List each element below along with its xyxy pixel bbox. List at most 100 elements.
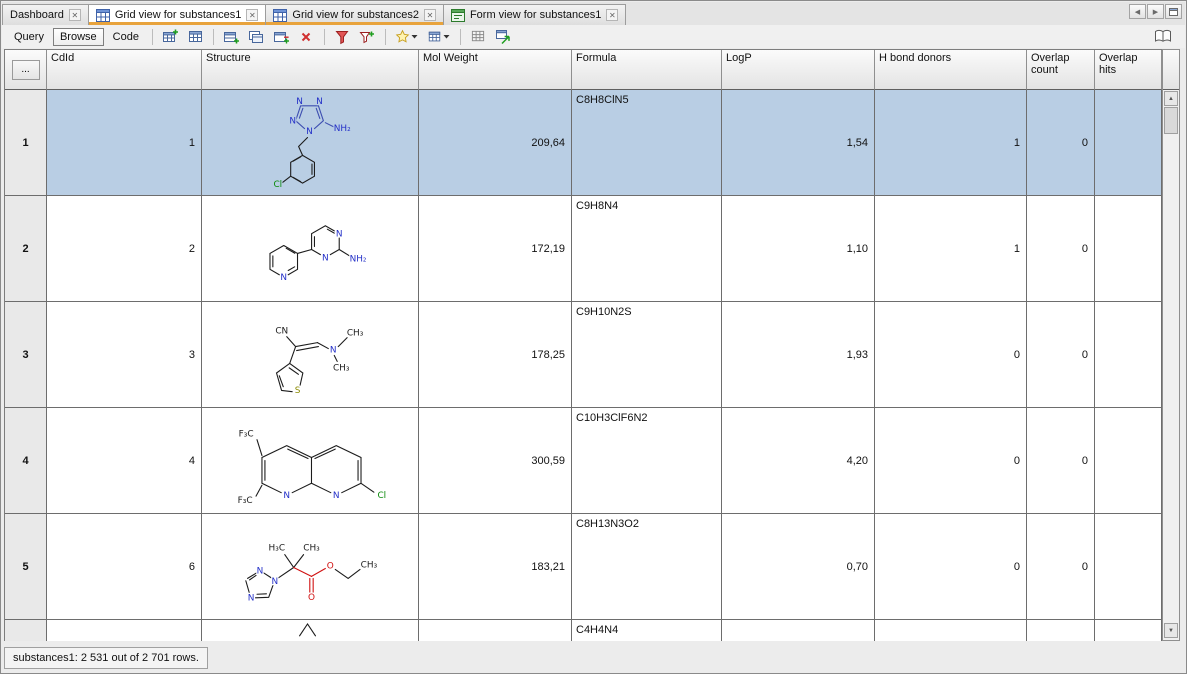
cell-structure[interactable]: CN N CH₃ CH₃ S [202,302,419,408]
tab-close-icon[interactable] [606,9,618,21]
delete-row-button[interactable] [295,27,318,47]
views-dropdown-button[interactable] [424,27,454,47]
cell-cdid[interactable]: 3 [47,302,202,408]
row-number[interactable]: 4 [5,408,47,514]
cell-logp[interactable]: 1,54 [722,90,875,196]
tab-grid-view-substances2[interactable]: Grid view for substances2 [265,4,444,25]
cell-mol-weight[interactable] [419,620,572,641]
query-mode-button[interactable]: Query [7,28,51,46]
cell-h-bond-donors[interactable] [875,620,1027,641]
table-row[interactable]: 2 2 N N N [5,196,1162,302]
cell-overlap-hits[interactable] [1095,514,1162,620]
scroll-tabs-right-button[interactable] [1147,4,1164,19]
cell-h-bond-donors[interactable]: 0 [875,514,1027,620]
code-mode-button[interactable]: Code [106,28,146,46]
table-row[interactable]: C4H4N4 [5,620,1162,641]
scrollbar-thumb[interactable] [1164,107,1178,134]
tab-close-icon[interactable] [69,9,81,21]
cell-formula[interactable]: C9H8N4 [572,196,722,302]
cell-overlap-hits[interactable] [1095,620,1162,641]
tab-close-icon[interactable] [424,9,436,21]
cell-mol-weight[interactable]: 209,64 [419,90,572,196]
column-header-overlap-hits[interactable]: Overlap hits [1095,50,1162,90]
cell-overlap-hits[interactable] [1095,408,1162,514]
table-row[interactable]: 5 6 [5,514,1162,620]
cell-overlap-hits[interactable] [1095,196,1162,302]
column-header-formula[interactable]: Formula [572,50,722,90]
column-header-h-bond-donors[interactable]: H bond donors [875,50,1027,90]
scroll-down-button[interactable] [1164,623,1178,638]
tab-form-view-substances1[interactable]: Form view for substances1 [443,4,626,25]
cell-cdid[interactable]: 4 [47,408,202,514]
cell-h-bond-donors[interactable]: 0 [875,302,1027,408]
cell-cdid[interactable]: 2 [47,196,202,302]
cell-h-bond-donors[interactable]: 0 [875,408,1027,514]
cell-h-bond-donors[interactable]: 1 [875,90,1027,196]
tab-close-icon[interactable] [246,9,258,21]
table-row[interactable]: 3 3 CN [5,302,1162,408]
row-number[interactable]: 1 [5,90,47,196]
tab-dashboard[interactable]: Dashboard [2,4,89,25]
column-header-mol-weight[interactable]: Mol Weight [419,50,572,90]
cell-mol-weight[interactable]: 172,19 [419,196,572,302]
add-row-button[interactable] [220,27,243,47]
cell-cdid[interactable]: 1 [47,90,202,196]
cell-mol-weight[interactable]: 300,59 [419,408,572,514]
aggregate-button[interactable] [270,27,293,47]
cell-mol-weight[interactable]: 183,21 [419,514,572,620]
scroll-tabs-left-button[interactable] [1129,4,1146,19]
cell-logp[interactable]: 0,70 [722,514,875,620]
lists-dropdown-button[interactable] [392,27,422,47]
cell-mol-weight[interactable]: 178,25 [419,302,572,408]
grid-settings-button[interactable] [467,27,490,47]
row-number[interactable]: 2 [5,196,47,302]
cell-logp[interactable]: 4,20 [722,408,875,514]
cell-overlap-count[interactable]: 0 [1027,90,1095,196]
column-header-structure[interactable]: Structure [202,50,419,90]
cell-cdid[interactable] [47,620,202,641]
export-button[interactable] [492,27,515,47]
cell-structure[interactable] [202,620,419,641]
table-row[interactable]: 1 1 [5,90,1162,196]
filter-button[interactable] [331,27,354,47]
cell-overlap-hits[interactable] [1095,302,1162,408]
cell-logp[interactable] [722,620,875,641]
cell-formula[interactable]: C10H3ClF6N2 [572,408,722,514]
table-add-button[interactable] [159,27,182,47]
cell-cdid[interactable]: 6 [47,514,202,620]
cell-structure[interactable]: N N N NH₂ [202,196,419,302]
cell-logp[interactable]: 1,10 [722,196,875,302]
report-button[interactable] [1151,27,1174,47]
cell-formula[interactable]: C9H10N2S [572,302,722,408]
column-header-overlap-count[interactable]: Overlap count [1027,50,1095,90]
cell-structure[interactable]: N N N H₃C CH₃ O O CH₃ [202,514,419,620]
cell-logp[interactable]: 1,93 [722,302,875,408]
row-number[interactable]: 5 [5,514,47,620]
table-row[interactable]: 4 4 F₃C F₃C N [5,408,1162,514]
vertical-scrollbar[interactable] [1162,49,1180,641]
cell-overlap-hits[interactable] [1095,90,1162,196]
cell-structure[interactable]: F₃C F₃C N N Cl [202,408,419,514]
row-number[interactable]: 3 [5,302,47,408]
cell-overlap-count[interactable]: 0 [1027,408,1095,514]
cell-structure[interactable]: N N N N NH₂ Cl [202,90,419,196]
row-number[interactable] [5,620,47,641]
maximize-window-button[interactable] [1165,4,1182,19]
cell-overlap-count[interactable]: 0 [1027,302,1095,408]
grid-options-button[interactable]: ... [12,60,40,80]
scroll-up-button[interactable] [1164,91,1178,106]
cell-overlap-count[interactable]: 0 [1027,514,1095,620]
cell-formula[interactable]: C8H8ClN5 [572,90,722,196]
column-header-cdid[interactable]: CdId [47,50,202,90]
cell-h-bond-donors[interactable]: 1 [875,196,1027,302]
add-filter-button[interactable] [356,27,379,47]
cell-overlap-count[interactable]: 0 [1027,196,1095,302]
cell-formula[interactable]: C8H13N3O2 [572,514,722,620]
tab-grid-view-substances1[interactable]: Grid view for substances1 [88,4,267,25]
clone-row-button[interactable] [245,27,268,47]
column-header-logp[interactable]: LogP [722,50,875,90]
cell-overlap-count[interactable] [1027,620,1095,641]
cell-formula[interactable]: C4H4N4 [572,620,722,641]
table-button[interactable] [184,27,207,47]
browse-mode-button[interactable]: Browse [53,28,104,46]
